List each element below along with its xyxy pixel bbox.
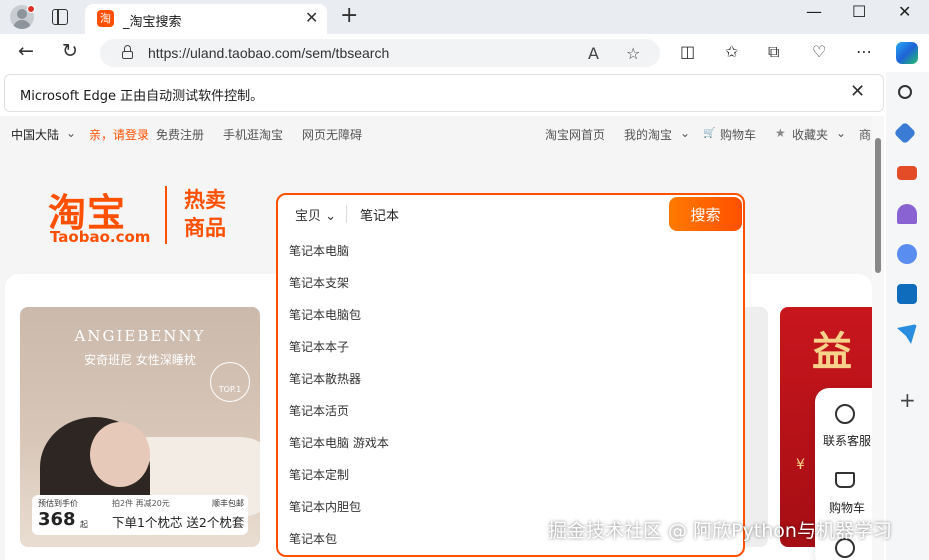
search-separator (346, 205, 347, 223)
favorite-star-icon[interactable]: ☆ (626, 44, 640, 63)
new-tab-icon[interactable]: + (340, 3, 358, 28)
maximize-icon[interactable]: ☐ (852, 2, 866, 21)
suggestion-item[interactable]: 笔记本电脑 (278, 235, 743, 267)
suggestion-item[interactable]: 笔记本支架 (278, 267, 743, 299)
region-selector[interactable]: 中国大陆 (11, 126, 59, 143)
browser-essentials-icon[interactable]: ♡ (812, 42, 826, 61)
address-toolbar: ← ↻ https://uland.taobao.com/sem/tbsearc… (0, 34, 929, 72)
banner-red-yen: ¥ (796, 457, 805, 473)
microsoft-365-icon[interactable] (897, 244, 917, 264)
hot-products-slogan: 热卖商品 (184, 188, 226, 240)
favorites-star-icon: ★ (775, 126, 786, 140)
favorites-icon[interactable]: ✩ (725, 42, 738, 61)
customer-service-label[interactable]: 联系客服 (819, 432, 872, 449)
web-page: 中国大陆 ⌄ 亲，请登录 免费注册 手机逛淘宝 网页无障碍 淘宝网首页 我的淘宝… (0, 116, 872, 560)
page-scrollbar[interactable] (872, 116, 884, 560)
minimize-icon[interactable]: — (806, 2, 822, 21)
suggestion-item[interactable]: 笔记本电脑包 (278, 299, 743, 331)
tab-actions-icon[interactable] (52, 9, 68, 25)
shipping-label: 顺丰包邮 (212, 499, 244, 508)
cart-link[interactable]: 购物车 (720, 126, 756, 143)
infobar-close-icon[interactable]: ✕ (850, 81, 865, 102)
my-taobao-chevron-icon[interactable]: ⌄ (680, 126, 690, 140)
taobao-home-link[interactable]: 淘宝网首页 (545, 126, 605, 143)
region-chevron-icon[interactable]: ⌄ (66, 126, 76, 140)
edge-sidebar: + (886, 72, 929, 560)
suggestion-list: 笔记本电脑 笔记本支架 笔记本电脑包 笔记本本子 笔记本散热器 笔记本活页 笔记本电脑 游戏… (278, 235, 743, 555)
favorites-chevron-icon[interactable]: ⌄ (836, 126, 846, 140)
cart-float-label[interactable]: 购物车 (819, 499, 872, 516)
tab-close-icon[interactable]: ✕ (305, 8, 318, 27)
favorites-link[interactable]: 收藏夹 (792, 126, 828, 143)
more-menu-icon[interactable]: ⋯ (856, 42, 872, 61)
customer-service-icon[interactable] (835, 404, 855, 424)
login-link[interactable]: 亲，请登录 (89, 126, 149, 143)
suggestion-item[interactable]: 笔记本散热器 (278, 363, 743, 395)
suggestion-item[interactable]: 笔记本定制 (278, 459, 743, 491)
promo-top: 拍2件 再减20元 (112, 499, 170, 508)
price-panel: 预估到手价 368 起 拍2件 再减20元 顺丰包邮 下单1个枕芯 送2个枕套 (32, 495, 248, 535)
suggestion-item[interactable]: 笔记本本子 (278, 331, 743, 363)
notification-dot (27, 5, 35, 13)
accessibility-link[interactable]: 网页无障碍 (302, 126, 362, 143)
window-close-icon[interactable]: ✕ (898, 2, 911, 21)
games-icon[interactable] (897, 204, 917, 224)
search-category-label: 宝贝 (295, 209, 322, 224)
model-face-image (90, 422, 150, 487)
top-badge: TOP.1 (210, 362, 250, 402)
logo-divider (165, 186, 167, 244)
cart-float-icon[interactable] (835, 472, 855, 488)
site-top-nav: 中国大陆 ⌄ 亲，请登录 免费注册 手机逛淘宝 网页无障碍 淘宝网首页 我的淘宝… (0, 116, 872, 150)
price-label: 预估到手价 (38, 499, 78, 508)
search-category-select[interactable]: 宝贝 ⌄ (295, 205, 336, 224)
automation-infobar: Microsoft Edge 正由自动测试软件控制。 ✕ (4, 74, 884, 112)
promo-text: 下单1个枕芯 送2个枕套 (112, 515, 245, 530)
browser-tab-taobao[interactable]: 淘 _淘宝搜索 ✕ (85, 4, 327, 34)
url-text[interactable]: https://uland.taobao.com/sem/tbsearch (148, 45, 389, 61)
address-bar[interactable]: https://uland.taobao.com/sem/tbsearch A … (100, 39, 660, 67)
lock-icon[interactable] (122, 45, 133, 59)
collections-icon[interactable]: ⧉ (768, 42, 779, 62)
infobar-text: Microsoft Edge 正由自动测试软件控制。 (20, 89, 264, 104)
add-sidebar-app-icon[interactable]: + (899, 388, 916, 412)
search-input[interactable] (360, 201, 660, 227)
banner-red-char: 益 (812, 329, 852, 375)
watermark: 掘金技术社区 @ 阿欣Python与机器学习 (548, 520, 892, 542)
price-value: 368 (38, 509, 76, 530)
cart-icon: 🛒 (703, 128, 716, 139)
copilot-icon[interactable] (896, 42, 918, 64)
my-taobao-link[interactable]: 我的淘宝 (624, 126, 672, 143)
search-icon[interactable] (898, 85, 912, 99)
taobao-logo-en[interactable]: Taobao.com (50, 228, 150, 246)
back-icon[interactable]: ← (18, 40, 34, 62)
taobao-favicon-icon: 淘 (97, 10, 114, 27)
price-unit: 起 (80, 520, 88, 529)
split-screen-icon[interactable]: ◫ (680, 42, 695, 61)
suggestion-item[interactable]: 笔记本电脑 游戏本 (278, 427, 743, 459)
suggestion-item[interactable]: 笔记本活页 (278, 395, 743, 427)
register-link[interactable]: 免费注册 (156, 126, 204, 143)
search-button[interactable]: 搜索 (669, 197, 742, 231)
outlook-icon[interactable] (897, 284, 917, 304)
mobile-taobao-link[interactable]: 手机逛淘宝 (223, 126, 283, 143)
tools-briefcase-icon[interactable] (897, 166, 917, 180)
banner-brand: ANGIEBENNY (74, 327, 206, 345)
shopping-tag-icon[interactable] (893, 121, 917, 145)
more-nav-link[interactable]: 商 (859, 126, 871, 143)
chevron-down-icon: ⌄ (325, 209, 337, 224)
send-icon[interactable] (897, 324, 917, 344)
browser-titlebar: 淘 _淘宝搜索 ✕ + — ☐ ✕ (0, 0, 929, 34)
read-aloud-icon[interactable]: A (588, 44, 599, 63)
refresh-icon[interactable]: ↻ (62, 40, 78, 62)
scrollbar-thumb[interactable] (875, 138, 881, 273)
tab-title: _淘宝搜索 (123, 15, 182, 30)
search-box: 宝贝 ⌄ 搜索 笔记本电脑笔记本支架笔记本电脑包笔记本本子笔记本散热器笔记本活页… (276, 193, 745, 557)
product-banner-pillow[interactable]: ANGIEBENNY 安奇班尼 女性深睡枕 TOP.1 预估到手价 368 起 … (20, 307, 260, 547)
